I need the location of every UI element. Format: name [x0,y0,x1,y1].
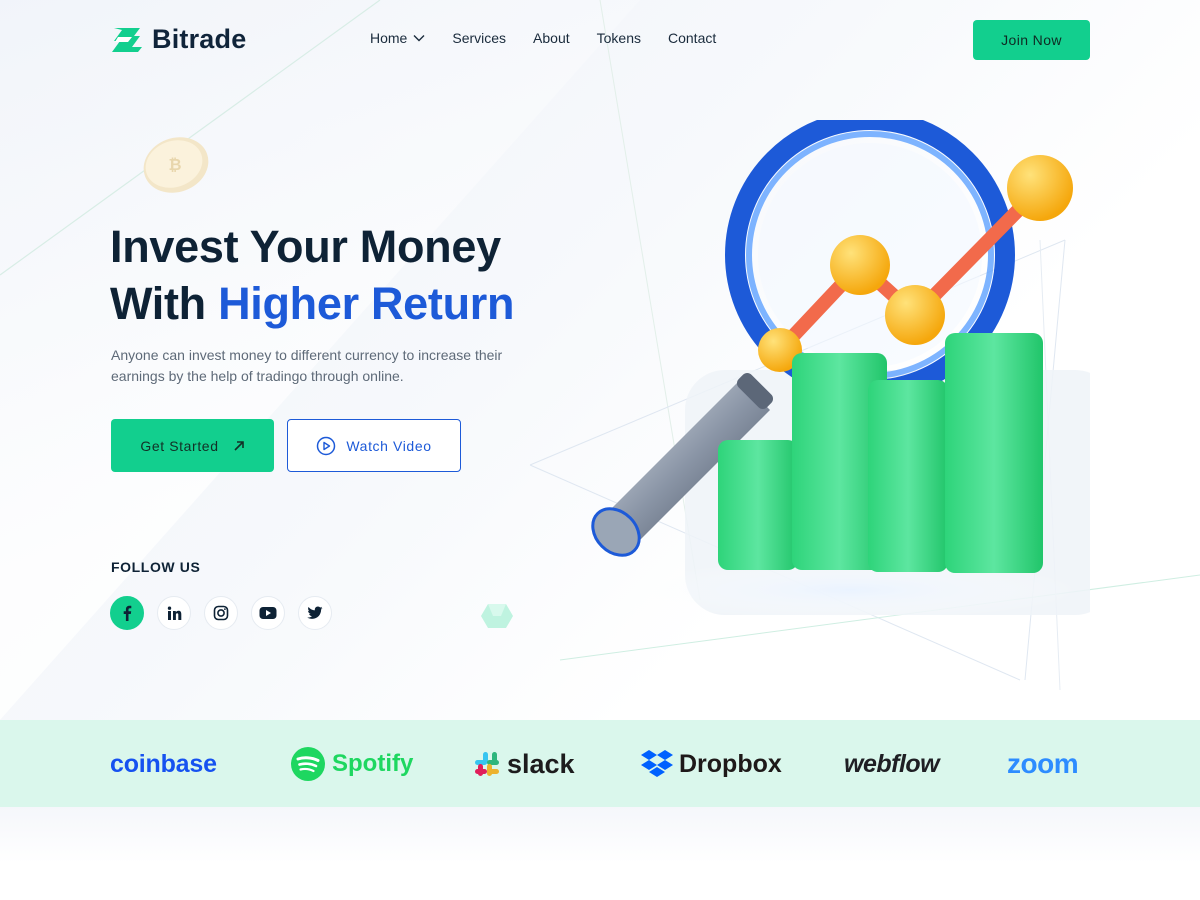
arrow-up-right-icon [234,440,244,451]
hero-title-accent: Higher Return [218,278,515,329]
partner-zoom-label: zoom [1007,748,1079,779]
hero-title: Invest Your Money With Higher Return [110,218,514,332]
chart-bars [718,333,1043,573]
chevron-down-icon [413,35,425,42]
partner-slack: slack [473,745,575,783]
next-section-background [0,807,1200,900]
svg-text:₿: ₿ [168,155,181,174]
hexagon-gem-icon [481,604,513,628]
growth-chart-illustration [591,120,1090,620]
partner-spotify: Spotify [290,745,413,783]
partner-webflow-label: webflow [844,749,940,778]
nav-item-contact[interactable]: Contact [668,30,716,46]
partner-dropbox-label: Dropbox [679,749,782,778]
watch-video-label: Watch Video [346,437,432,454]
nav-item-label: Contact [668,30,717,46]
instagram-link[interactable] [204,596,238,630]
partner-zoom: zoom [1007,745,1079,783]
partner-spotify-label: Spotify [332,750,414,777]
instagram-icon [213,605,229,621]
brand-name: Bitrade [152,24,247,54]
watch-video-button[interactable]: Watch Video [287,419,461,472]
site-header: Bitrade Home Services About Tokens Conta… [0,0,1200,80]
partner-coinbase: coinbase [110,745,217,783]
get-started-button[interactable]: Get Started [111,419,274,472]
partner-webflow: webflow [844,745,940,783]
twitter-icon [307,606,323,619]
nav-item-label: Home [370,30,408,46]
brand-logo[interactable]: Bitrade [110,24,246,55]
nav-item-about[interactable]: About [533,30,570,46]
nav-item-tokens[interactable]: Tokens [597,30,641,46]
youtube-icon [259,607,277,619]
nav-item-services[interactable]: Services [452,30,506,46]
nav-item-label: About [533,30,570,46]
main-nav: Home Services About Tokens Contact [370,30,716,46]
dropbox-icon [641,750,673,777]
partner-coinbase-label: coinbase [110,749,217,778]
follow-us-label: FOLLOW US [111,559,201,575]
slack-icon [475,752,499,776]
twitter-link[interactable] [298,596,332,630]
spotify-icon [291,747,325,781]
nav-item-home[interactable]: Home [370,30,425,46]
bitrade-logo-icon [112,27,142,52]
hero-subtitle: Anyone can invest money to different cur… [111,347,503,384]
partner-slack-label: slack [507,748,575,779]
get-started-label: Get Started [140,437,219,454]
hero-title-line-2: With [110,278,219,329]
facebook-link[interactable] [110,596,144,630]
linkedin-icon [167,606,181,620]
join-now-button[interactable]: Join Now [973,20,1090,60]
youtube-link[interactable] [251,596,285,630]
nav-item-label: Services [452,30,507,46]
play-circle-icon [317,436,336,455]
hero-title-line-1: Invest Your Money [110,221,501,272]
coin-icon: ₿ [143,137,209,193]
social-links [110,596,332,630]
nav-item-label: Tokens [596,30,641,46]
partner-dropbox: Dropbox [641,745,782,783]
linkedin-link[interactable] [157,596,191,630]
facebook-icon [123,605,132,621]
